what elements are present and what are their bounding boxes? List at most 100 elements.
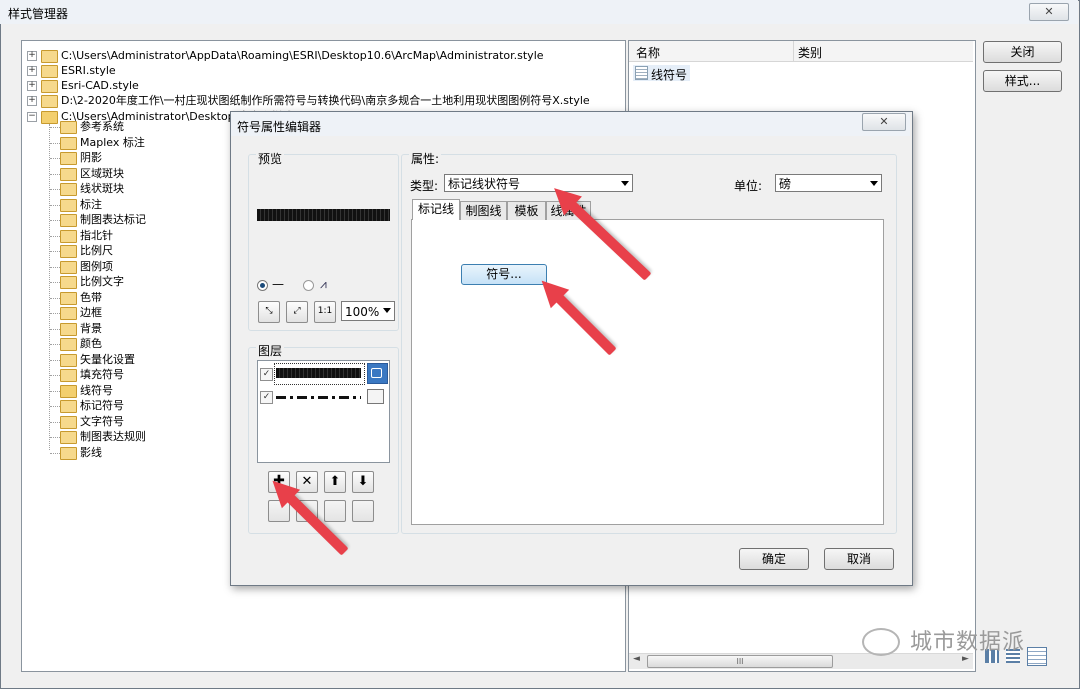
- tab-marker-line[interactable]: 标记线: [412, 199, 460, 220]
- move-down-button[interactable]: ⬇: [352, 471, 374, 493]
- folder-icon: [60, 198, 77, 212]
- tree-child-item[interactable]: 制图表达规则: [80, 429, 146, 444]
- cancel-button[interactable]: 取消: [824, 548, 894, 570]
- folder-icon: [60, 353, 77, 367]
- folder-icon: [60, 152, 77, 165]
- tree-connector: [50, 158, 60, 159]
- unit-select[interactable]: 磅: [775, 174, 882, 192]
- tab-cartographic-line[interactable]: 制图线: [460, 201, 507, 220]
- folder-icon: [60, 291, 77, 305]
- tree-child-item[interactable]: 标注: [80, 197, 102, 212]
- actual-size-icon[interactable]: 1:1: [314, 301, 336, 323]
- layer-2-checkbox[interactable]: ✓: [260, 391, 273, 404]
- tree-root-item[interactable]: C:\Users\Administrator\AppData\Roaming\E…: [61, 48, 544, 63]
- tree-expander-icon[interactable]: +: [27, 96, 37, 106]
- scroll-thumb[interactable]: III: [647, 655, 833, 668]
- tree-expander-icon[interactable]: +: [27, 66, 37, 76]
- tree-child-item[interactable]: 影线: [80, 445, 102, 460]
- tree-child-item[interactable]: 区域斑块: [80, 166, 124, 181]
- tree-connector: [50, 251, 60, 252]
- radio-zigzag-label: ⩘: [320, 277, 327, 291]
- type-value: 标记线状符号: [448, 177, 521, 191]
- scroll-left-button[interactable]: ◄: [633, 654, 640, 664]
- tree-connector: [50, 235, 60, 237]
- column-category[interactable]: 类别: [798, 44, 822, 61]
- chevron-down-icon: [621, 181, 629, 186]
- tree-expander-icon[interactable]: −: [27, 112, 37, 122]
- chevron-down-icon: [870, 181, 878, 186]
- tree-child-item[interactable]: 图例项: [80, 259, 113, 274]
- layer-1-checkbox[interactable]: ✓: [260, 368, 273, 381]
- tree-child-item[interactable]: 色带: [80, 290, 102, 305]
- tree-connector: [50, 452, 60, 454]
- unit-value: 磅: [779, 177, 792, 191]
- wechat-logo-icon: [862, 628, 900, 656]
- preview-label: 预览: [256, 150, 285, 167]
- folder-icon: [60, 260, 77, 274]
- column-name[interactable]: 名称: [636, 44, 660, 61]
- tree-root-item[interactable]: Esri-CAD.style: [61, 78, 139, 93]
- radio-zigzag[interactable]: [303, 280, 314, 291]
- window-title: 样式管理器: [8, 7, 69, 21]
- close-button[interactable]: 关闭: [983, 41, 1062, 63]
- tree-connector: [50, 297, 60, 299]
- tree-child-item[interactable]: 背景: [80, 321, 102, 336]
- tag-icon[interactable]: [352, 500, 374, 522]
- tree-child-item[interactable]: 矢量化设置: [80, 352, 135, 367]
- tree-connector: [50, 313, 60, 314]
- tree-child-item[interactable]: 阴影: [80, 150, 102, 165]
- tree-child-item[interactable]: 制图表达标记: [80, 212, 146, 227]
- tree-child-item[interactable]: 标记符号: [80, 398, 124, 413]
- properties-label: 属性:: [409, 150, 442, 167]
- tree-child-item[interactable]: 文字符号: [80, 414, 124, 429]
- tree-child-item[interactable]: Maplex 标注: [80, 135, 145, 150]
- tree-connector: [50, 328, 60, 330]
- folder-icon: [60, 183, 77, 196]
- undo-icon[interactable]: [324, 500, 346, 522]
- tree-child-item[interactable]: 指北针: [80, 228, 113, 243]
- window-close-button[interactable]: ✕: [1029, 3, 1069, 21]
- type-label: 类型:: [410, 179, 439, 193]
- dialog-close-button[interactable]: ✕: [862, 113, 906, 131]
- tree-child-item[interactable]: 比例尺: [80, 243, 113, 258]
- folder-icon: [60, 229, 77, 243]
- zoom-out-icon[interactable]: ⤢: [286, 301, 308, 323]
- radio-solid-label: —: [272, 277, 284, 291]
- zoom-select[interactable]: 100%: [341, 301, 395, 321]
- tree-connector: [50, 359, 60, 361]
- folder-icon: [60, 245, 77, 258]
- folder-icon: [60, 121, 77, 134]
- tree-expander-icon[interactable]: +: [27, 81, 37, 91]
- move-up-button[interactable]: ⬆: [324, 471, 346, 493]
- zoom-value: 100%: [345, 305, 380, 319]
- dialog-title: 符号属性编辑器: [237, 120, 322, 134]
- tree-child-item[interactable]: 线状斑块: [80, 181, 124, 196]
- tree-child-item[interactable]: 填充符号: [80, 367, 124, 382]
- details-view-icon[interactable]: [1027, 647, 1047, 666]
- tree-connector: [50, 421, 60, 423]
- tree-root-item[interactable]: ESRI.style: [61, 63, 116, 78]
- layer-1-preview: [276, 368, 361, 378]
- radio-solid-dot: [260, 283, 265, 288]
- folder-icon: [60, 369, 77, 382]
- styles-button[interactable]: 样式...: [983, 70, 1062, 92]
- folder-icon: [60, 400, 77, 413]
- tree-expander-icon[interactable]: +: [27, 51, 37, 61]
- preview-line: [257, 209, 390, 221]
- tree-root-item[interactable]: D:\2-2020年度工作\一村庄现状图纸制作所需符号与转换代码\南京多规合一土…: [61, 93, 590, 108]
- ok-button[interactable]: 确定: [739, 548, 809, 570]
- tree-child-item[interactable]: 比例文字: [80, 274, 124, 289]
- tree-connector: [50, 406, 60, 407]
- tree-child-item[interactable]: 参考系统: [80, 119, 124, 134]
- tree-child-item[interactable]: 边框: [80, 305, 102, 320]
- layer-2-preview: [276, 396, 361, 399]
- tree-child-item[interactable]: 颜色: [80, 336, 102, 351]
- symbol-button[interactable]: 符号...: [461, 264, 547, 285]
- tab-template[interactable]: 模板: [507, 201, 546, 220]
- zoom-in-icon[interactable]: ⤡: [258, 301, 280, 323]
- layer-2-lock-icon[interactable]: [367, 389, 384, 404]
- type-select[interactable]: 标记线状符号: [444, 174, 633, 192]
- folder-icon: [60, 384, 77, 398]
- tree-connector: [50, 173, 60, 175]
- tree-child-item[interactable]: 线符号: [80, 383, 113, 398]
